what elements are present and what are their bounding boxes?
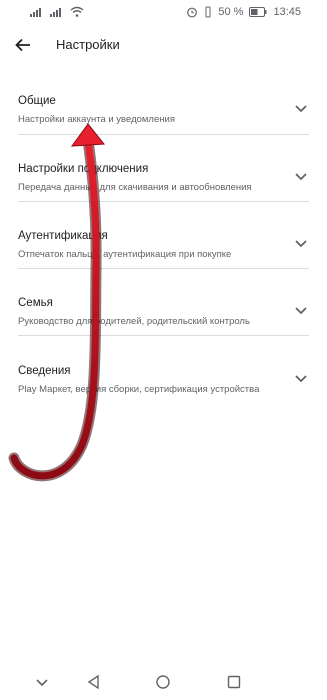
divider (18, 268, 309, 269)
battery-icon (249, 7, 267, 17)
settings-item-title: Настройки подключения (18, 163, 149, 175)
divider (18, 134, 309, 135)
signal-icon (30, 8, 41, 17)
signal-icon-2 (50, 8, 61, 17)
wifi-icon (70, 6, 84, 17)
vibrate-icon (205, 6, 211, 18)
home-circle-icon[interactable] (155, 674, 171, 690)
settings-item-family[interactable]: Семья Руководство для родителей, родител… (0, 282, 327, 349)
settings-item-subtitle: Play Маркет, версия сборки, сертификация… (18, 384, 260, 395)
settings-item-subtitle: Настройки аккаунта и уведомления (18, 114, 175, 125)
recents-square-icon[interactable] (226, 674, 242, 690)
status-right: 50 % 13:45 (186, 6, 301, 18)
navigation-bar (0, 664, 327, 700)
chevron-down-icon (295, 307, 307, 315)
settings-item-title: Семья (18, 297, 53, 309)
settings-item-title: Общие (18, 95, 56, 107)
back-triangle-icon[interactable] (86, 674, 102, 690)
settings-item-network[interactable]: Настройки подключения Передача данных дл… (0, 148, 327, 215)
settings-item-general[interactable]: Общие Настройки аккаунта и уведомления (0, 80, 327, 147)
chevron-down-icon (295, 105, 307, 113)
battery-percent: 50 % (218, 6, 244, 18)
settings-item-title: Сведения (18, 365, 71, 377)
app-bar: Настройки (0, 26, 327, 66)
clock: 13:45 (273, 6, 301, 18)
arrow-left-icon (15, 38, 30, 52)
chevron-down-icon (295, 240, 307, 248)
chevron-down-nav-icon[interactable] (34, 674, 50, 690)
settings-item-title: Аутентификация (18, 230, 108, 242)
page-title: Настройки (56, 37, 120, 52)
settings-item-subtitle: Руководство для родителей, родительский … (18, 316, 250, 327)
divider (18, 335, 309, 336)
chevron-down-icon (295, 173, 307, 181)
divider (18, 201, 309, 202)
settings-item-about[interactable]: Сведения Play Маркет, версия сборки, сер… (0, 350, 327, 417)
status-left (30, 6, 84, 17)
back-button[interactable] (12, 34, 34, 56)
settings-item-subtitle: Отпечаток пальца, аутентификация при пок… (18, 249, 232, 260)
settings-item-authentication[interactable]: Аутентификация Отпечаток пальца, аутенти… (0, 215, 327, 282)
chevron-down-icon (295, 375, 307, 383)
alarm-icon (187, 7, 198, 18)
status-bar: 50 % 13:45 (0, 0, 327, 26)
settings-item-subtitle: Передача данных для скачивания и автообн… (18, 182, 252, 193)
